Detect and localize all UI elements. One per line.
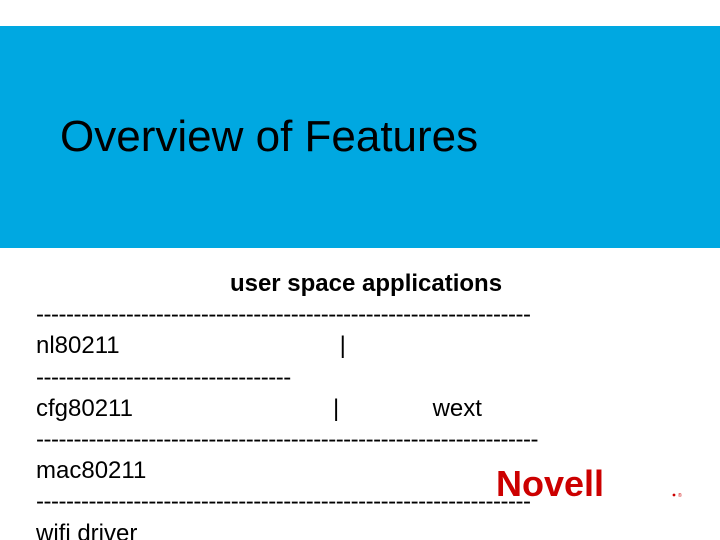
logo-text: Novell: [496, 464, 604, 504]
slide-title: Overview of Features: [60, 112, 680, 162]
line-div3: ----------------------------------------…: [36, 424, 696, 455]
slide: Overview of Features user space applicat…: [0, 0, 720, 540]
line-nl80211: nl80211 |: [36, 330, 696, 361]
line-div1: ----------------------------------------…: [36, 299, 696, 330]
line-wifidriver: wifi driver: [36, 518, 696, 540]
line-cfg80211: cfg80211 | wext: [36, 393, 696, 424]
line-div2: ----------------------------------: [36, 362, 696, 393]
novell-logo: Novell ®: [496, 464, 686, 504]
line-userspace: user space applications: [36, 268, 696, 299]
svg-text:®: ®: [678, 492, 682, 499]
